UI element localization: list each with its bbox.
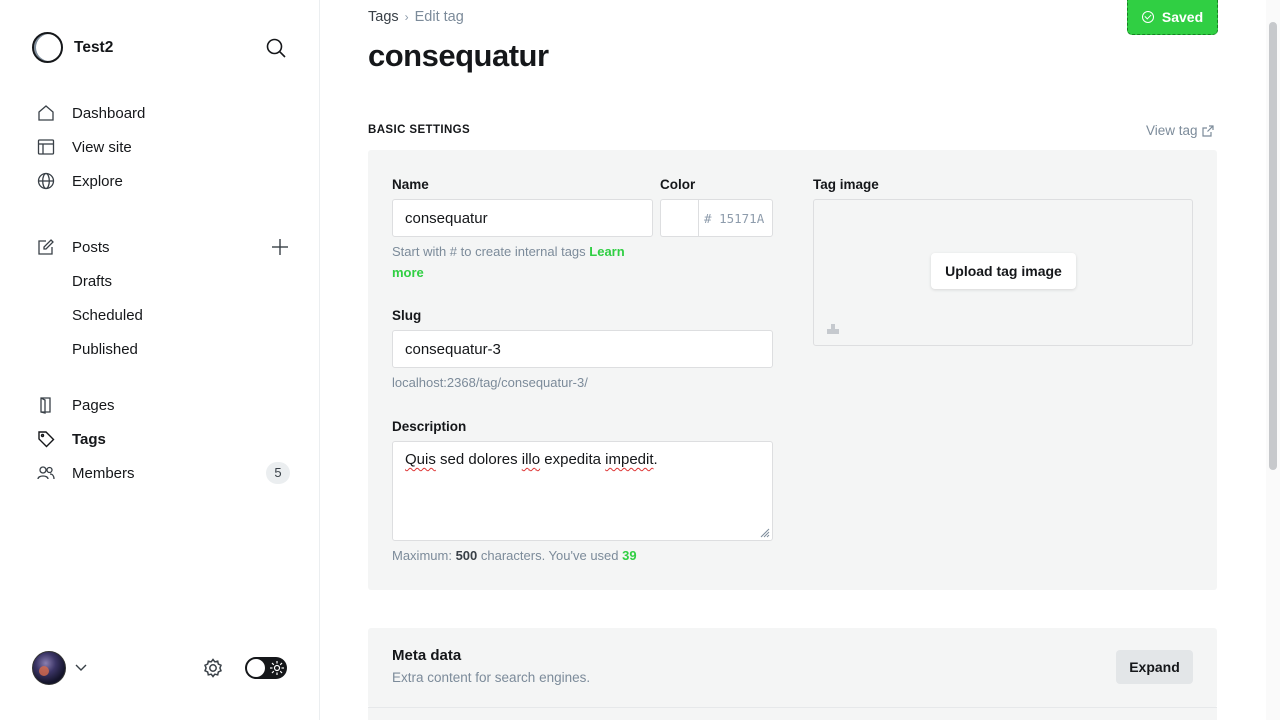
avatar <box>32 651 66 685</box>
nav-published[interactable]: Published <box>32 332 292 366</box>
toggle-knob <box>247 659 265 677</box>
nav-label: Posts <box>72 238 110 256</box>
section-title: BASIC SETTINGS <box>368 124 471 136</box>
color-swatch[interactable] <box>660 199 698 237</box>
sidebar: Test2 Dashboard View site Explore Posts … <box>0 0 320 720</box>
nav-label: Pages <box>72 396 115 414</box>
check-circle-icon <box>1141 11 1154 23</box>
nav-drafts[interactable]: Drafts <box>32 264 292 298</box>
desc-word: Quis <box>405 451 436 468</box>
learn-more-link[interactable]: Learn <box>589 244 624 259</box>
globe-icon <box>36 171 56 191</box>
counter-used: 39 <box>622 548 637 563</box>
nav-label: View site <box>72 138 132 156</box>
slug-url: localhost:2368/tag/consequatur-3/ <box>392 375 588 390</box>
nav-dashboard[interactable]: Dashboard <box>32 96 292 130</box>
nav-label: Members <box>72 464 135 482</box>
save-button[interactable]: Saved <box>1127 0 1218 35</box>
description-textarea[interactable]: Quis sed dolores illo expedita impedit. <box>392 441 773 541</box>
main-content: Tags › Edit tag consequatur Saved BASIC … <box>320 0 1266 720</box>
resize-handle-icon[interactable] <box>760 528 770 538</box>
search-icon[interactable] <box>264 36 288 60</box>
slug-label: Slug <box>392 308 422 323</box>
edit-icon <box>36 237 56 257</box>
nav-view-site[interactable]: View site <box>32 130 292 164</box>
counter-max: 500 <box>455 548 478 563</box>
name-hint: Start with # to create internal tags Lea… <box>392 241 662 283</box>
nav-pages[interactable]: Pages <box>32 388 292 422</box>
expand-button[interactable]: Expand <box>1116 650 1193 684</box>
counter-text: Maximum: <box>392 548 456 563</box>
nav-members[interactable]: Members 5 <box>32 456 292 490</box>
meta-title: Meta data <box>392 647 462 664</box>
color-label: Color <box>660 177 696 192</box>
nav-posts[interactable]: Posts <box>32 230 292 264</box>
breadcrumb-current: Edit tag <box>414 9 464 25</box>
content-nav: Posts Drafts Scheduled Published <box>32 230 292 366</box>
desc-word: illo <box>521 451 541 468</box>
name-label: Name <box>392 177 429 192</box>
nav-label: Dashboard <box>72 104 146 122</box>
home-icon <box>36 103 56 123</box>
new-post-plus-icon[interactable] <box>270 237 290 257</box>
save-button-label: Saved <box>1161 9 1204 25</box>
pages-icon <box>36 395 56 415</box>
members-icon <box>36 463 56 483</box>
breadcrumb-tags-link[interactable]: Tags <box>368 9 399 25</box>
meta-subtitle: Extra content for search engines. <box>392 670 591 685</box>
next-section-edge <box>368 707 1217 720</box>
site-brand[interactable]: Test2 <box>32 32 113 63</box>
image-upload-icon <box>827 324 839 334</box>
counter-text: characters. You've used <box>477 548 623 563</box>
desc-word: sed dolores <box>440 451 518 468</box>
basic-settings-panel: Name consequatur Start with # to create … <box>368 150 1217 590</box>
color-placeholder: 15171A <box>719 210 765 226</box>
description-counter: Maximum: 500 characters. You've used 39 <box>392 545 637 566</box>
external-link-icon <box>1201 124 1214 137</box>
learn-more-link-cont[interactable]: more <box>392 265 424 280</box>
desc-word: impedit <box>605 451 654 468</box>
layout-icon <box>36 137 56 157</box>
name-input[interactable]: consequatur <box>392 199 653 237</box>
view-tag-label: View tag <box>1146 123 1198 138</box>
meta-data-section: Meta data Extra content for search engin… <box>368 628 1217 708</box>
user-menu[interactable] <box>32 651 88 685</box>
desc-word: expedita <box>544 451 601 468</box>
nav-scheduled[interactable]: Scheduled <box>32 298 292 332</box>
nav-explore[interactable]: Explore <box>32 164 292 198</box>
scrollbar[interactable] <box>1266 0 1280 720</box>
manage-nav: Pages Tags Members 5 <box>32 388 292 490</box>
color-hex-input[interactable]: # 15171A <box>698 199 773 237</box>
nav-tags[interactable]: Tags <box>32 422 292 456</box>
hash-symbol: # <box>704 210 712 226</box>
site-name: Test2 <box>74 38 114 56</box>
slug-input[interactable]: consequatur-3 <box>392 330 773 368</box>
primary-nav: Dashboard View site Explore <box>32 96 292 198</box>
tag-image-label: Tag image <box>813 177 879 192</box>
description-label: Description <box>392 419 467 434</box>
chevron-right-icon: › <box>404 10 409 24</box>
tag-image-dropzone[interactable]: Upload tag image <box>813 199 1193 346</box>
nav-label: Tags <box>72 430 106 448</box>
members-count-badge: 5 <box>266 462 290 484</box>
scrollbar-thumb[interactable] <box>1269 22 1277 470</box>
desc-word: . <box>653 451 658 468</box>
view-tag-link[interactable]: View tag <box>1146 123 1214 138</box>
upload-image-button[interactable]: Upload tag image <box>931 253 1076 289</box>
theme-toggle[interactable] <box>245 657 287 679</box>
gear-icon[interactable] <box>201 656 225 680</box>
name-hint-text: Start with # to create internal tags <box>392 244 590 259</box>
nav-label: Explore <box>72 172 123 190</box>
site-logo <box>32 32 63 63</box>
chevron-down-icon <box>75 664 87 671</box>
sun-icon <box>270 661 284 675</box>
tag-icon <box>36 429 56 449</box>
breadcrumb: Tags › Edit tag <box>368 9 464 25</box>
page-title: consequatur <box>368 38 549 73</box>
